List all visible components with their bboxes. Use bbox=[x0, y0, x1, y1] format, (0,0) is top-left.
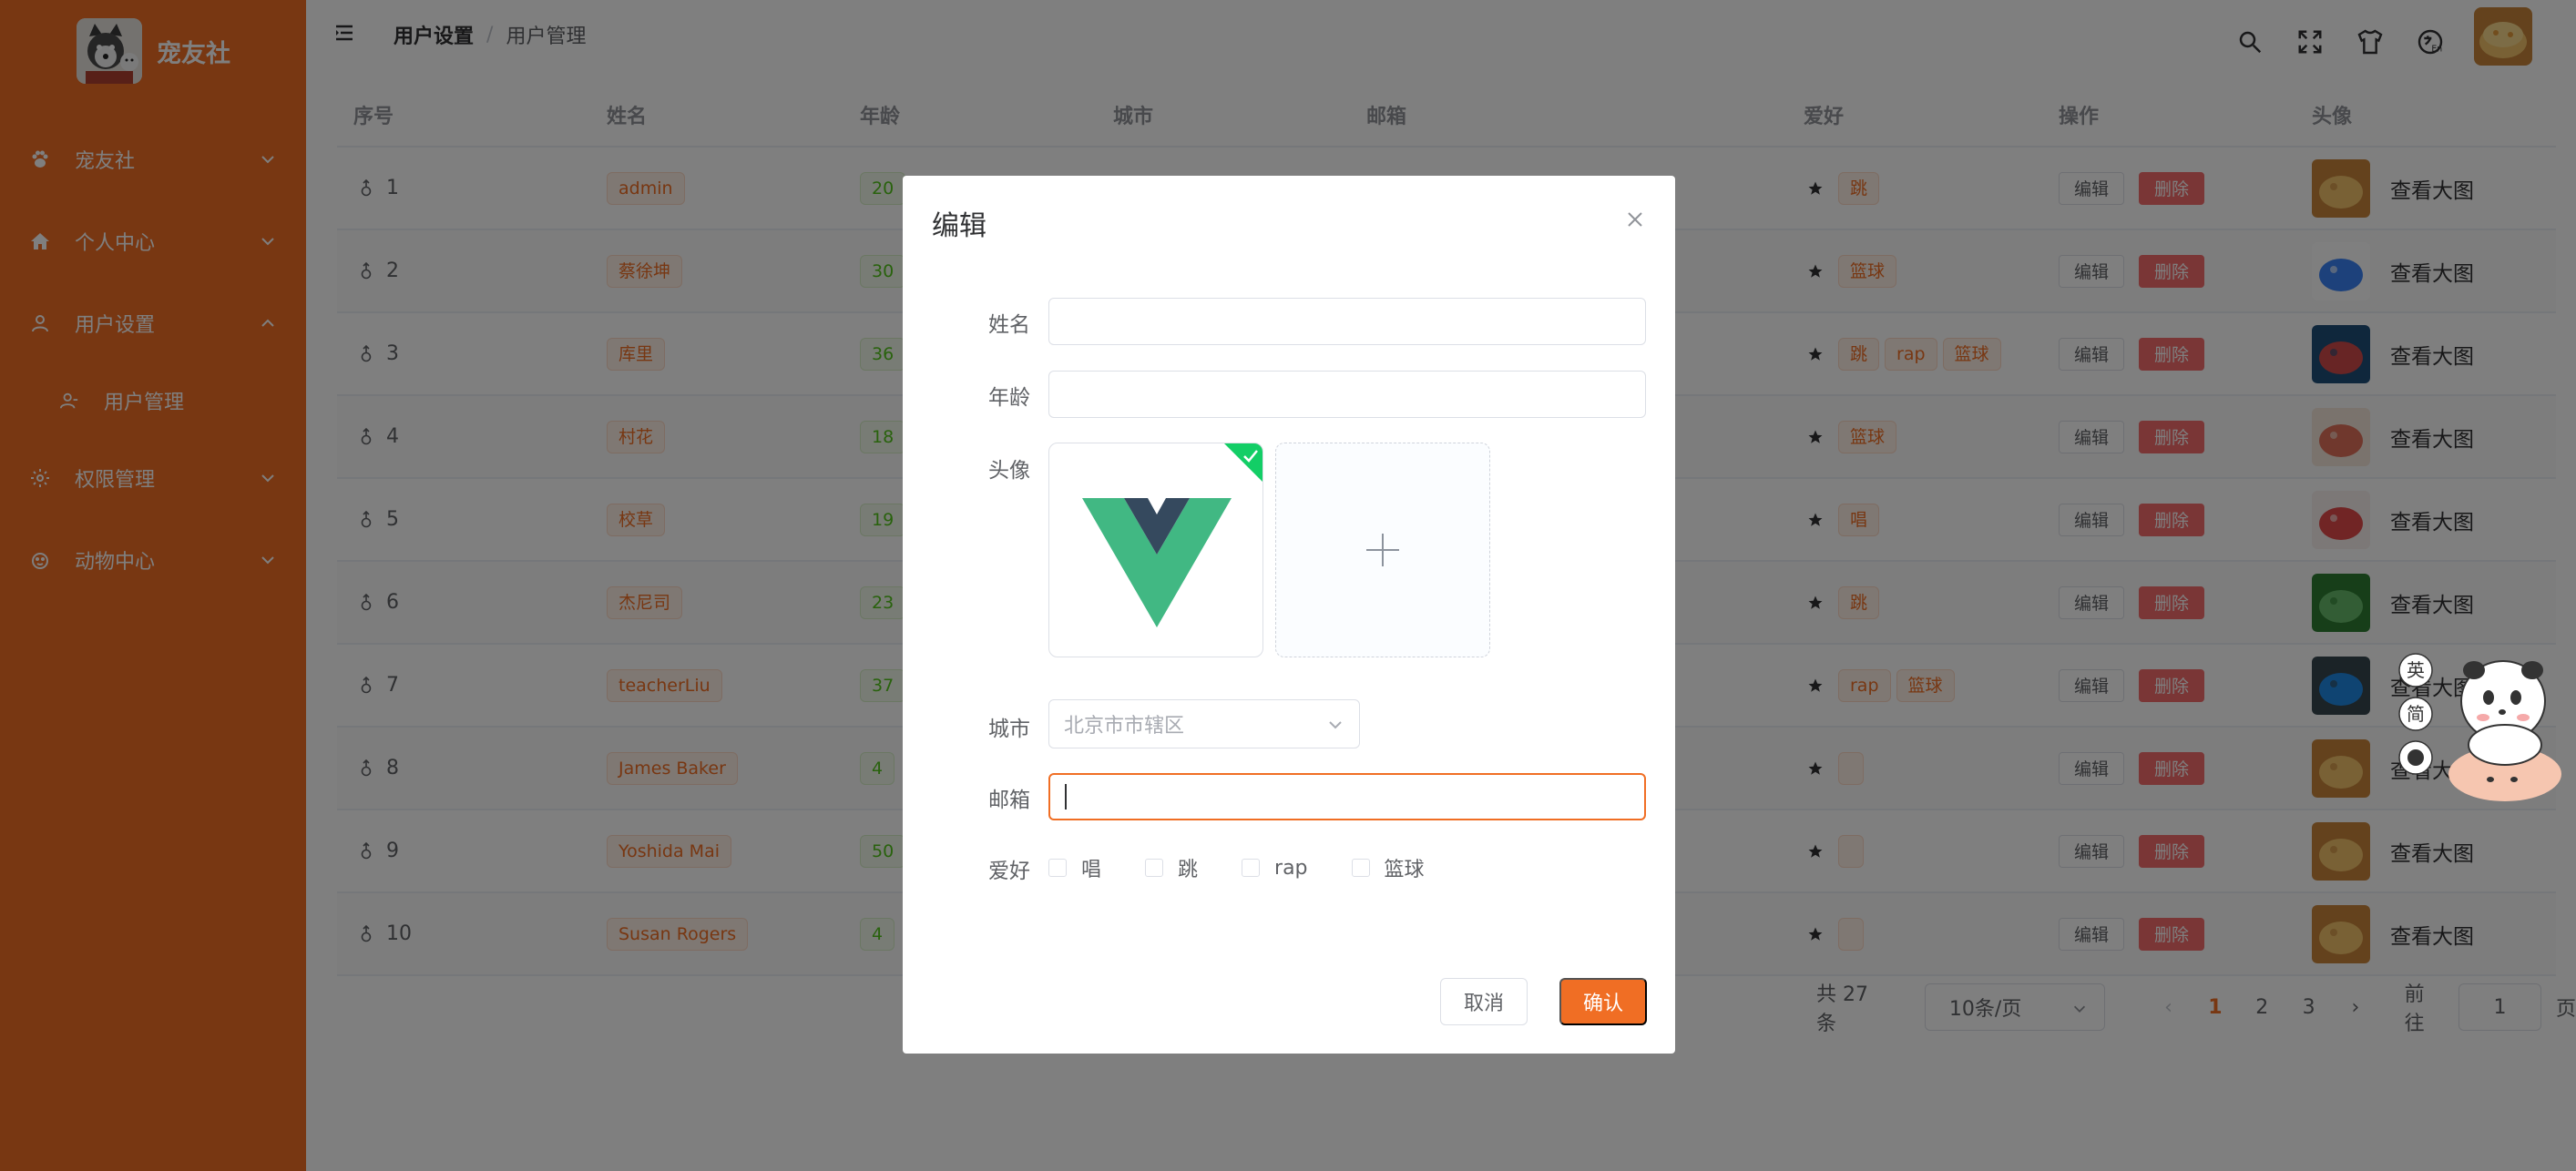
checkbox[interactable] bbox=[1242, 859, 1261, 877]
text-caret bbox=[1065, 784, 1067, 810]
checkbox[interactable] bbox=[1351, 859, 1370, 877]
checkbox[interactable] bbox=[1145, 859, 1164, 877]
city-cascader[interactable]: 北京市市辖区 bbox=[1048, 699, 1360, 748]
mascot-label[interactable]: 英 bbox=[2407, 659, 2425, 681]
age-input[interactable] bbox=[1048, 371, 1646, 418]
hobby-checkbox-dance[interactable]: 跳 bbox=[1145, 853, 1198, 882]
plus-icon bbox=[1366, 534, 1399, 566]
confirm-button[interactable]: 确认 bbox=[1559, 978, 1647, 1025]
chevron-down-icon bbox=[1329, 721, 1342, 729]
avatar-uploaded-image[interactable] bbox=[1048, 443, 1263, 657]
name-input[interactable] bbox=[1048, 298, 1646, 345]
hobby-checkbox-basketball[interactable]: 篮球 bbox=[1351, 853, 1425, 882]
hobby-checkbox-rap[interactable]: rap bbox=[1242, 857, 1308, 880]
dialog-title: 编辑 bbox=[932, 210, 986, 242]
hobby-checkbox-group: 唱 跳 rap 篮球 bbox=[1048, 853, 1468, 882]
checkbox-label: 唱 bbox=[1081, 859, 1102, 881]
checkbox[interactable] bbox=[1048, 859, 1067, 877]
mascot-label[interactable]: 简 bbox=[2407, 703, 2425, 725]
cancel-button[interactable]: 取消 bbox=[1440, 978, 1528, 1025]
close-icon[interactable] bbox=[1624, 209, 1646, 230]
city-placeholder: 北京市市辖区 bbox=[1064, 715, 1185, 738]
checkbox-label: rap bbox=[1274, 856, 1308, 880]
upload-success-badge bbox=[1224, 443, 1262, 482]
edit-dialog: 编辑 姓名 年龄 头像 城市 北京市市辖区 邮箱 爱好 唱 跳 rap 篮球 取… bbox=[903, 176, 1675, 1054]
hobby-checkbox-sing[interactable]: 唱 bbox=[1048, 853, 1101, 882]
checkbox-label: 篮球 bbox=[1384, 859, 1425, 881]
checkbox-label: 跳 bbox=[1178, 859, 1199, 881]
avatar-upload-button[interactable] bbox=[1275, 443, 1490, 657]
live2d-mascot[interactable]: 英 简 bbox=[2396, 637, 2576, 801]
email-input[interactable] bbox=[1048, 773, 1646, 820]
